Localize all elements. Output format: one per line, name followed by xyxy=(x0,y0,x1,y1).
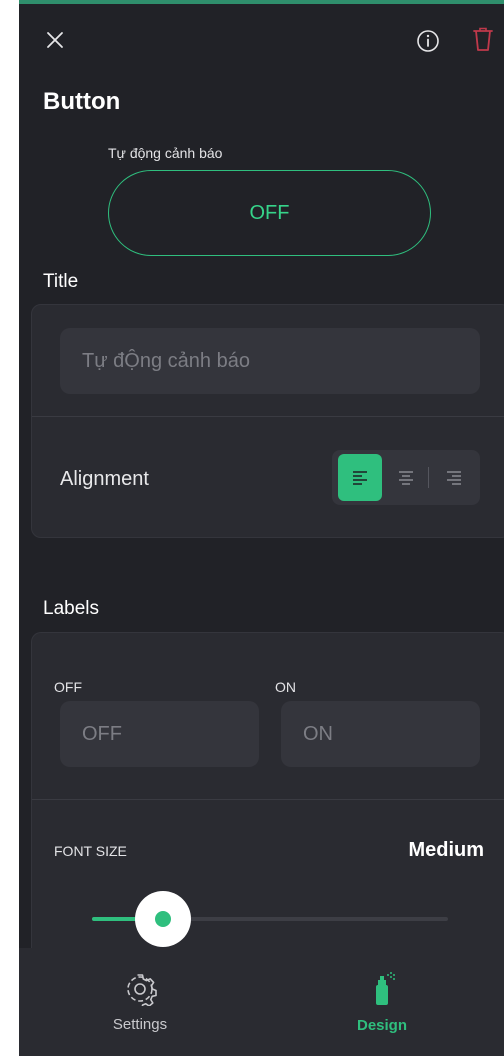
widget-title: Button xyxy=(43,88,121,115)
off-label-caption: OFF xyxy=(54,679,82,695)
divider xyxy=(32,416,504,417)
widget-editor-panel: Button Tự động cảnh báo OFF Title Tự đỘn… xyxy=(19,0,504,1056)
divider xyxy=(32,799,504,800)
trash-icon[interactable] xyxy=(469,24,497,54)
on-label-caption: ON xyxy=(275,679,296,695)
nav-design-tab[interactable]: Design xyxy=(261,948,503,1056)
alignment-label: Alignment xyxy=(60,468,149,490)
align-center-icon[interactable] xyxy=(384,454,428,501)
slider-thumb[interactable] xyxy=(135,891,191,947)
alignment-separator xyxy=(428,467,429,488)
font-size-label: FONT SIZE xyxy=(54,843,127,859)
bottom-nav: Settings Design xyxy=(19,948,504,1056)
off-label-input[interactable]: OFF xyxy=(60,701,259,767)
align-left-icon[interactable] xyxy=(338,454,382,501)
close-icon[interactable] xyxy=(41,26,69,54)
top-accent-bar xyxy=(19,0,504,4)
title-section-heading: Title xyxy=(43,271,79,292)
nav-settings-label: Settings xyxy=(112,1015,168,1033)
gear-icon xyxy=(127,973,157,1006)
font-size-value: Medium xyxy=(408,839,484,861)
preview-label: Tự động cảnh báo xyxy=(108,145,223,161)
labels-section-heading: Labels xyxy=(43,598,99,619)
on-label-input[interactable]: ON xyxy=(281,701,480,767)
align-right-icon[interactable] xyxy=(432,454,476,501)
slider-thumb-dot xyxy=(155,911,171,927)
title-card: Tự đỘng cảnh báo Alignment xyxy=(31,304,504,538)
labels-card: OFF ON OFF ON FONT SIZE Medium xyxy=(31,632,504,962)
title-input[interactable]: Tự đỘng cảnh báo xyxy=(60,328,480,394)
alignment-selector xyxy=(332,450,480,505)
nav-settings-tab[interactable]: Settings xyxy=(19,948,261,1056)
nav-design-label: Design xyxy=(356,1016,407,1034)
preview-button[interactable]: OFF xyxy=(108,170,431,256)
font-size-slider[interactable] xyxy=(92,891,448,947)
info-icon[interactable] xyxy=(414,27,442,55)
spray-paint-icon xyxy=(376,971,395,1005)
